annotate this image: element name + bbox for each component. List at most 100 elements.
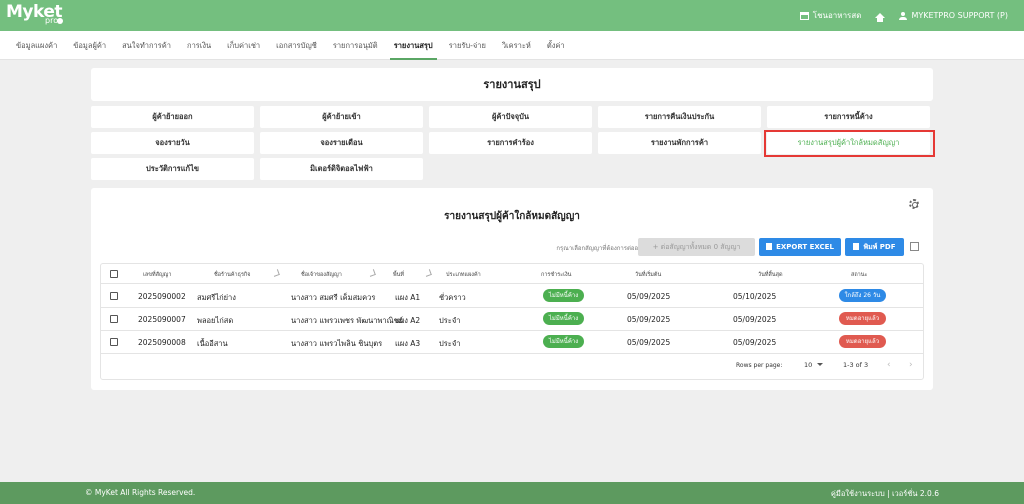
resize-handle-icon[interactable] (424, 269, 432, 277)
report-menu-item-4[interactable]: รายการหนี้ค้าง (767, 106, 930, 128)
store-icon (799, 11, 809, 20)
chevron-down-icon[interactable] (817, 363, 823, 366)
report-menu-item-7[interactable]: รายการคำร้อง (429, 132, 592, 154)
report-menu-item-8[interactable]: รายงานพักการค้า (598, 132, 761, 154)
rows-per-page-select[interactable]: 10 (804, 361, 812, 369)
report-title: รายงานสรุปผู้ค้าใกล้หมดสัญญา (444, 211, 580, 222)
export-excel-label: EXPORT EXCEL (776, 243, 834, 251)
top-bar: Myket pro โชนอาหารสด MYKETPRO SUPPORT (P… (0, 0, 1024, 31)
report-menu-item-3[interactable]: รายการคืนเงินประกัน (598, 106, 761, 128)
user-icon (899, 11, 908, 20)
next-page-icon[interactable]: › (909, 360, 913, 370)
manual-version-link[interactable]: คู่มือใช้งานระบบ | เวอร์ชั่น 2.0.6 (831, 488, 939, 500)
column-settings-icon[interactable] (910, 242, 919, 251)
prev-page-icon[interactable]: ‹ (887, 360, 891, 370)
payment-badge: ไม่มีหนี้ค้าง (543, 312, 584, 325)
row-checkbox[interactable] (110, 338, 118, 346)
renew-all-button[interactable]: + ต่อสัญญาทั้งหมด 0 สัญญา (638, 238, 755, 256)
cell-shop: เนื้ออีสาน (197, 339, 228, 348)
print-pdf-label: พิมพ์ PDF (863, 243, 896, 251)
column-header-6[interactable]: วันที่เริ่มต้น (635, 271, 661, 279)
cell-area: แผง A3 (395, 339, 421, 348)
document-icon (853, 243, 860, 250)
nav-item-6[interactable]: รายการอนุมัติ (325, 31, 386, 60)
column-header-4[interactable]: ประเภทแผงค้า (446, 271, 481, 279)
pagination: Rows per page: 10 1-3 of 3 ‹ › (101, 353, 923, 380)
user-label: MYKETPRO SUPPORT (P) (911, 11, 1008, 20)
rows-per-page-label: Rows per page: (736, 362, 783, 369)
report-menu-item-1[interactable]: ผู้ค้าย้ายเข้า (260, 106, 423, 128)
report-card: รายงานสรุปผู้ค้าใกล้หมดสัญญา กรุณาเลือกส… (91, 188, 933, 390)
status-badge: ใกล้ถึง 26 วัน (839, 289, 886, 302)
nav-item-10[interactable]: ตั้งค่า (539, 31, 573, 60)
nav-item-1[interactable]: ข้อมูลผู้ค้า (65, 31, 114, 60)
cell-area: แผง A2 (395, 316, 421, 325)
table-row[interactable]: 2025090002 สมศรีไก่ย่าง นางสาว สมศรี เค็มส… (101, 285, 923, 308)
report-menu-item-10[interactable]: ประวัติการแก้ไข (91, 158, 254, 180)
payment-badge: ไม่มีหนี้ค้าง (543, 335, 584, 348)
cell-contract: 2025090008 (138, 338, 186, 347)
resize-handle-icon[interactable] (368, 269, 376, 277)
print-pdf-button[interactable]: พิมพ์ PDF (845, 238, 904, 256)
status-badge: หมดอายุแล้ว (839, 312, 886, 325)
user-menu[interactable]: MYKETPRO SUPPORT (P) (899, 11, 1008, 20)
report-menu-item-5[interactable]: จองรายวัน (91, 132, 254, 154)
home-icon[interactable] (875, 13, 886, 22)
cell-shop: สมศรีไก่ย่าง (197, 293, 236, 302)
export-excel-button[interactable]: EXPORT EXCEL (759, 238, 841, 256)
nav-item-0[interactable]: ข้อมูลแผงค้า (8, 31, 65, 60)
table-row[interactable]: 2025090007 พลอยไก่สด นางสาว แพรวเพชร พัฒนา… (101, 308, 923, 331)
store-selector[interactable]: โชนอาหารสด (799, 9, 861, 22)
nav-item-7[interactable]: รายงานสรุป (386, 31, 441, 60)
cell-type: ประจำ (439, 316, 461, 325)
nav-item-3[interactable]: การเงิน (179, 31, 219, 60)
column-header-2[interactable]: ชื่อเจ้าของสัญญา (301, 271, 342, 279)
report-menu-item-0[interactable]: ผู้ค้าย้ายออก (91, 106, 254, 128)
row-checkbox[interactable] (110, 315, 118, 323)
table-header: เลขที่สัญญา ชื่อร้านค้าธุรกิจ ชื่อเจ้าของส… (101, 264, 923, 284)
page-range: 1-3 of 3 (843, 361, 869, 369)
report-menu-item-2[interactable]: ผู้ค้าปัจจุบัน (429, 106, 592, 128)
column-header-7[interactable]: วันที่สิ้นสุด (758, 271, 783, 279)
payment-badge: ไม่มีหนี้ค้าง (543, 289, 584, 302)
main-nav: ข้อมูลแผงค้า ข้อมูลผู้ค้า สนใจทำการค้า การเ… (0, 31, 1024, 60)
renew-hint: กรุณาเลือกสัญญาที่ต้องการต่ออายุ (556, 245, 645, 252)
cell-start: 05/09/2025 (627, 292, 671, 301)
status-badge: หมดอายุแล้ว (839, 335, 886, 348)
column-header-5[interactable]: การชำระเงิน (541, 271, 571, 279)
page-title-card: รายงานสรุป (91, 68, 933, 101)
column-header-1[interactable]: ชื่อร้านค้าธุรกิจ (214, 271, 250, 279)
report-toolbar: กรุณาเลือกสัญญาที่ต้องการต่ออายุ + ต่อสั… (91, 238, 933, 256)
nav-item-4[interactable]: เก็บค่าเช่า (219, 31, 268, 60)
cell-type: ประจำ (439, 339, 461, 348)
footer: © MyKet All Rights Reserved. คู่มือใช้งา… (0, 482, 1024, 504)
resize-handle-icon[interactable] (272, 269, 280, 277)
report-menu-item-11[interactable]: มิเตอร์ดิจิตอลไฟฟ้า (260, 158, 423, 180)
nav-item-9[interactable]: วิเคราะห์ (494, 31, 539, 60)
cell-shop: พลอยไก่สด (197, 316, 234, 325)
cell-owner: นางสาว สมศรี เค็มสมควร (291, 293, 376, 302)
nav-item-2[interactable]: สนใจทำการค้า (114, 31, 179, 60)
cell-end: 05/10/2025 (733, 292, 777, 301)
select-all-checkbox[interactable] (110, 270, 118, 278)
column-header-0[interactable]: เลขที่สัญญา (143, 271, 171, 279)
document-icon (766, 243, 773, 250)
row-checkbox[interactable] (110, 292, 118, 300)
column-header-8[interactable]: สถานะ (851, 271, 868, 279)
cell-end: 05/09/2025 (733, 315, 777, 324)
report-menu-item-6[interactable]: จองรายเดือน (260, 132, 423, 154)
cell-owner: นางสาว แพรวไพลิน ชินบุตร (291, 339, 383, 348)
cell-type: ชั่วคราว (439, 293, 466, 302)
copyright: © MyKet All Rights Reserved. (85, 488, 196, 497)
column-header-3[interactable]: พื้นที่ (393, 271, 404, 279)
top-right-actions: โชนอาหารสด MYKETPRO SUPPORT (P) (799, 9, 1008, 22)
table-row[interactable]: 2025090008 เนื้ออีสาน นางสาว แพรวไพลิน ชิน… (101, 331, 923, 354)
nav-item-5[interactable]: เอกสารบัญชี (268, 31, 325, 60)
cell-end: 05/09/2025 (733, 338, 777, 347)
cell-start: 05/09/2025 (627, 315, 671, 324)
contract-table: เลขที่สัญญา ชื่อร้านค้าธุรกิจ ชื่อเจ้าของส… (100, 263, 924, 380)
logo-dot-icon (57, 18, 63, 24)
cell-start: 05/09/2025 (627, 338, 671, 347)
gear-icon[interactable] (909, 199, 919, 209)
nav-item-8[interactable]: รายรับ-จ่าย (441, 31, 494, 60)
